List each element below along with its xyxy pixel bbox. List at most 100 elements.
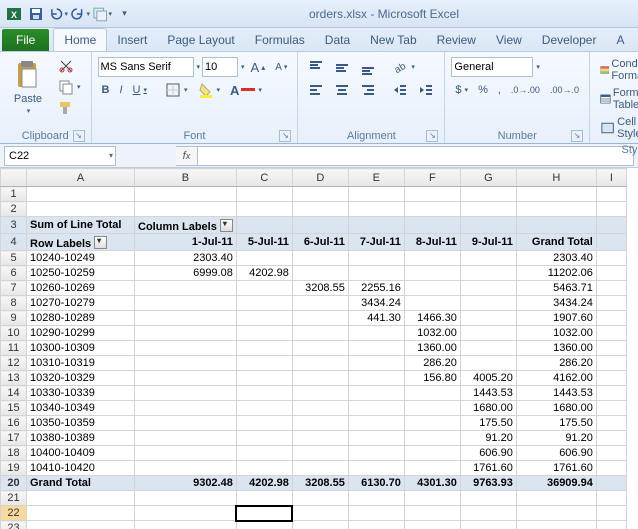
cell[interactable] xyxy=(135,326,237,341)
font-size-dd[interactable]: ▾ xyxy=(241,63,245,71)
align-right-button[interactable] xyxy=(356,80,380,100)
cell[interactable] xyxy=(135,521,237,529)
cell[interactable] xyxy=(236,356,292,371)
conditional-formatting-button[interactable]: Conditional Formattin xyxy=(596,56,638,84)
cell[interactable]: 4202.98 xyxy=(236,266,292,281)
cell[interactable]: 1761.60 xyxy=(460,461,516,476)
cell[interactable]: 2255.16 xyxy=(348,281,404,296)
cell[interactable]: 36909.94 xyxy=(516,476,596,491)
col-header-D[interactable]: D xyxy=(292,169,348,187)
cell[interactable] xyxy=(596,461,626,476)
cell[interactable] xyxy=(292,401,348,416)
cell[interactable]: 5-Jul-11 xyxy=(236,234,292,251)
cell[interactable]: 10400-10409 xyxy=(27,446,135,461)
cell[interactable] xyxy=(236,386,292,401)
cell[interactable]: 10240-10249 xyxy=(27,251,135,266)
tab-review[interactable]: Review xyxy=(427,29,486,51)
undo-button[interactable]: ▾ xyxy=(48,4,68,24)
clipboard-launcher[interactable]: ↘ xyxy=(73,130,85,142)
cell[interactable] xyxy=(135,446,237,461)
tab-addins-truncated[interactable]: A xyxy=(606,29,634,51)
cell[interactable] xyxy=(404,401,460,416)
cell[interactable] xyxy=(236,491,292,506)
cell[interactable]: 10320-10329 xyxy=(27,371,135,386)
cell[interactable] xyxy=(404,202,460,217)
cell[interactable]: 10380-10389 xyxy=(27,431,135,446)
cell[interactable]: 10250-10259 xyxy=(27,266,135,281)
cell[interactable] xyxy=(348,326,404,341)
cell[interactable]: 8-Jul-11 xyxy=(404,234,460,251)
cell[interactable] xyxy=(596,506,626,521)
row-header[interactable]: 19 xyxy=(1,461,27,476)
cell[interactable]: 156.80 xyxy=(404,371,460,386)
cell[interactable] xyxy=(292,187,348,202)
cell[interactable] xyxy=(596,401,626,416)
excel-icon[interactable]: X xyxy=(4,4,24,24)
cell[interactable]: 2303.40 xyxy=(135,251,237,266)
cell[interactable] xyxy=(292,416,348,431)
cell[interactable] xyxy=(596,217,626,234)
cell[interactable] xyxy=(236,281,292,296)
comma-button[interactable]: , xyxy=(494,80,505,100)
cell[interactable]: 1443.53 xyxy=(516,386,596,401)
row-header[interactable]: 13 xyxy=(1,371,27,386)
cell[interactable] xyxy=(348,431,404,446)
cell[interactable] xyxy=(27,521,135,529)
row-header[interactable]: 17 xyxy=(1,431,27,446)
cell[interactable] xyxy=(460,266,516,281)
row-header[interactable]: 15 xyxy=(1,401,27,416)
cell[interactable]: 175.50 xyxy=(460,416,516,431)
cell[interactable] xyxy=(236,446,292,461)
cell[interactable]: 1032.00 xyxy=(404,326,460,341)
align-top-button[interactable] xyxy=(304,57,328,77)
cell[interactable] xyxy=(292,266,348,281)
cell[interactable] xyxy=(27,187,135,202)
cell[interactable] xyxy=(596,251,626,266)
font-launcher[interactable]: ↘ xyxy=(279,130,291,142)
cell[interactable] xyxy=(516,202,596,217)
cell[interactable]: 10330-10339 xyxy=(27,386,135,401)
cell[interactable] xyxy=(236,371,292,386)
cell[interactable] xyxy=(404,431,460,446)
cell[interactable]: 1761.60 xyxy=(516,461,596,476)
row-header[interactable]: 21 xyxy=(1,491,27,506)
column-filter-button[interactable] xyxy=(220,219,233,232)
cell[interactable] xyxy=(516,521,596,529)
tab-page-layout[interactable]: Page Layout xyxy=(157,29,244,51)
cell[interactable] xyxy=(292,521,348,529)
font-color-button[interactable]: A▾ xyxy=(226,80,266,100)
cell[interactable] xyxy=(348,217,404,234)
tab-data[interactable]: Data xyxy=(315,29,360,51)
cell[interactable] xyxy=(404,187,460,202)
cell[interactable] xyxy=(135,296,237,311)
cell[interactable] xyxy=(348,461,404,476)
cell[interactable]: 10310-10319 xyxy=(27,356,135,371)
cell[interactable] xyxy=(135,491,237,506)
cell[interactable] xyxy=(596,446,626,461)
cell[interactable]: 2303.40 xyxy=(516,251,596,266)
cell[interactable] xyxy=(460,311,516,326)
cell-styles-button[interactable]: Cell Styles▾ xyxy=(596,114,638,142)
row-header[interactable]: 23 xyxy=(1,521,27,529)
row-header[interactable]: 7 xyxy=(1,281,27,296)
cell[interactable] xyxy=(404,506,460,521)
cell[interactable] xyxy=(292,311,348,326)
row-filter-button[interactable] xyxy=(94,236,107,249)
cell[interactable] xyxy=(292,461,348,476)
cell[interactable] xyxy=(135,416,237,431)
cell[interactable]: 4301.30 xyxy=(404,476,460,491)
cell[interactable] xyxy=(460,356,516,371)
cell[interactable] xyxy=(404,446,460,461)
cell[interactable]: 1032.00 xyxy=(516,326,596,341)
copy-button[interactable]: ▾ xyxy=(54,77,85,97)
cell[interactable] xyxy=(348,356,404,371)
cell[interactable] xyxy=(596,371,626,386)
cell[interactable] xyxy=(292,506,348,521)
cell[interactable] xyxy=(460,202,516,217)
orientation-button[interactable]: ab▾ xyxy=(388,57,419,77)
cell[interactable] xyxy=(596,521,626,529)
cell[interactable] xyxy=(135,281,237,296)
cell[interactable] xyxy=(404,281,460,296)
cell[interactable] xyxy=(348,251,404,266)
cell[interactable] xyxy=(460,187,516,202)
